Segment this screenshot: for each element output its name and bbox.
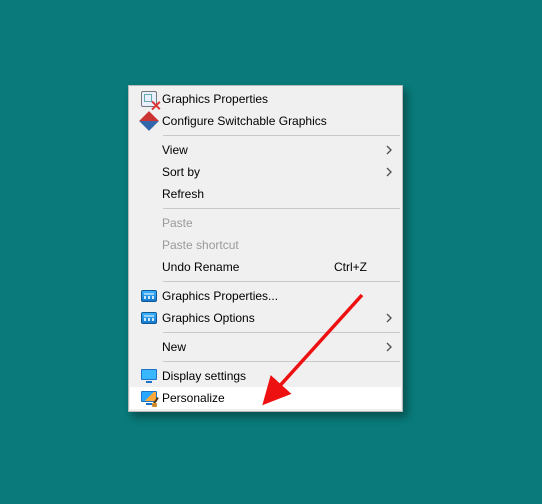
desktop-context-menu: Graphics Properties Configure Switchable… xyxy=(128,85,403,412)
chevron-right-icon xyxy=(386,342,393,352)
intel-graphics-icon xyxy=(136,312,162,324)
menu-item-label: Undo Rename xyxy=(162,260,334,274)
monitor-icon xyxy=(136,369,162,383)
menu-item-refresh[interactable]: Refresh xyxy=(130,183,401,205)
menu-item-display-settings[interactable]: Display settings xyxy=(130,365,401,387)
menu-item-view[interactable]: View xyxy=(130,139,401,161)
separator xyxy=(163,208,400,209)
menu-item-label: Sort by xyxy=(162,165,371,179)
graphics-x-icon xyxy=(136,91,162,107)
switchable-graphics-icon xyxy=(136,114,162,128)
menu-item-paste: Paste xyxy=(130,212,401,234)
personalize-icon xyxy=(136,391,162,405)
intel-graphics-icon xyxy=(136,290,162,302)
chevron-right-icon xyxy=(386,167,393,177)
menu-item-label: View xyxy=(162,143,371,157)
menu-item-intel-graphics-options[interactable]: Graphics Options xyxy=(130,307,401,329)
menu-item-label: Personalize xyxy=(162,391,371,405)
separator xyxy=(163,135,400,136)
menu-item-switchable-graphics[interactable]: Configure Switchable Graphics xyxy=(130,110,401,132)
menu-item-label: Display settings xyxy=(162,369,371,383)
menu-item-sort-by[interactable]: Sort by xyxy=(130,161,401,183)
menu-item-graphics-properties[interactable]: Graphics Properties xyxy=(130,88,401,110)
menu-item-label: Configure Switchable Graphics xyxy=(162,114,371,128)
separator xyxy=(163,332,400,333)
menu-item-new[interactable]: New xyxy=(130,336,401,358)
menu-item-label: Refresh xyxy=(162,187,371,201)
menu-item-paste-shortcut: Paste shortcut xyxy=(130,234,401,256)
separator xyxy=(163,361,400,362)
menu-item-undo-rename[interactable]: Undo Rename Ctrl+Z xyxy=(130,256,401,278)
menu-item-label: Paste xyxy=(162,216,371,230)
menu-item-label: Graphics Options xyxy=(162,311,371,325)
menu-item-label: Graphics Properties... xyxy=(162,289,371,303)
separator xyxy=(163,281,400,282)
menu-item-intel-graphics-properties[interactable]: Graphics Properties... xyxy=(130,285,401,307)
menu-item-personalize[interactable]: Personalize xyxy=(130,387,401,409)
menu-item-label: New xyxy=(162,340,371,354)
chevron-right-icon xyxy=(386,145,393,155)
chevron-right-icon xyxy=(386,313,393,323)
menu-item-label: Graphics Properties xyxy=(162,92,371,106)
menu-item-shortcut: Ctrl+Z xyxy=(334,260,371,274)
menu-item-label: Paste shortcut xyxy=(162,238,371,252)
